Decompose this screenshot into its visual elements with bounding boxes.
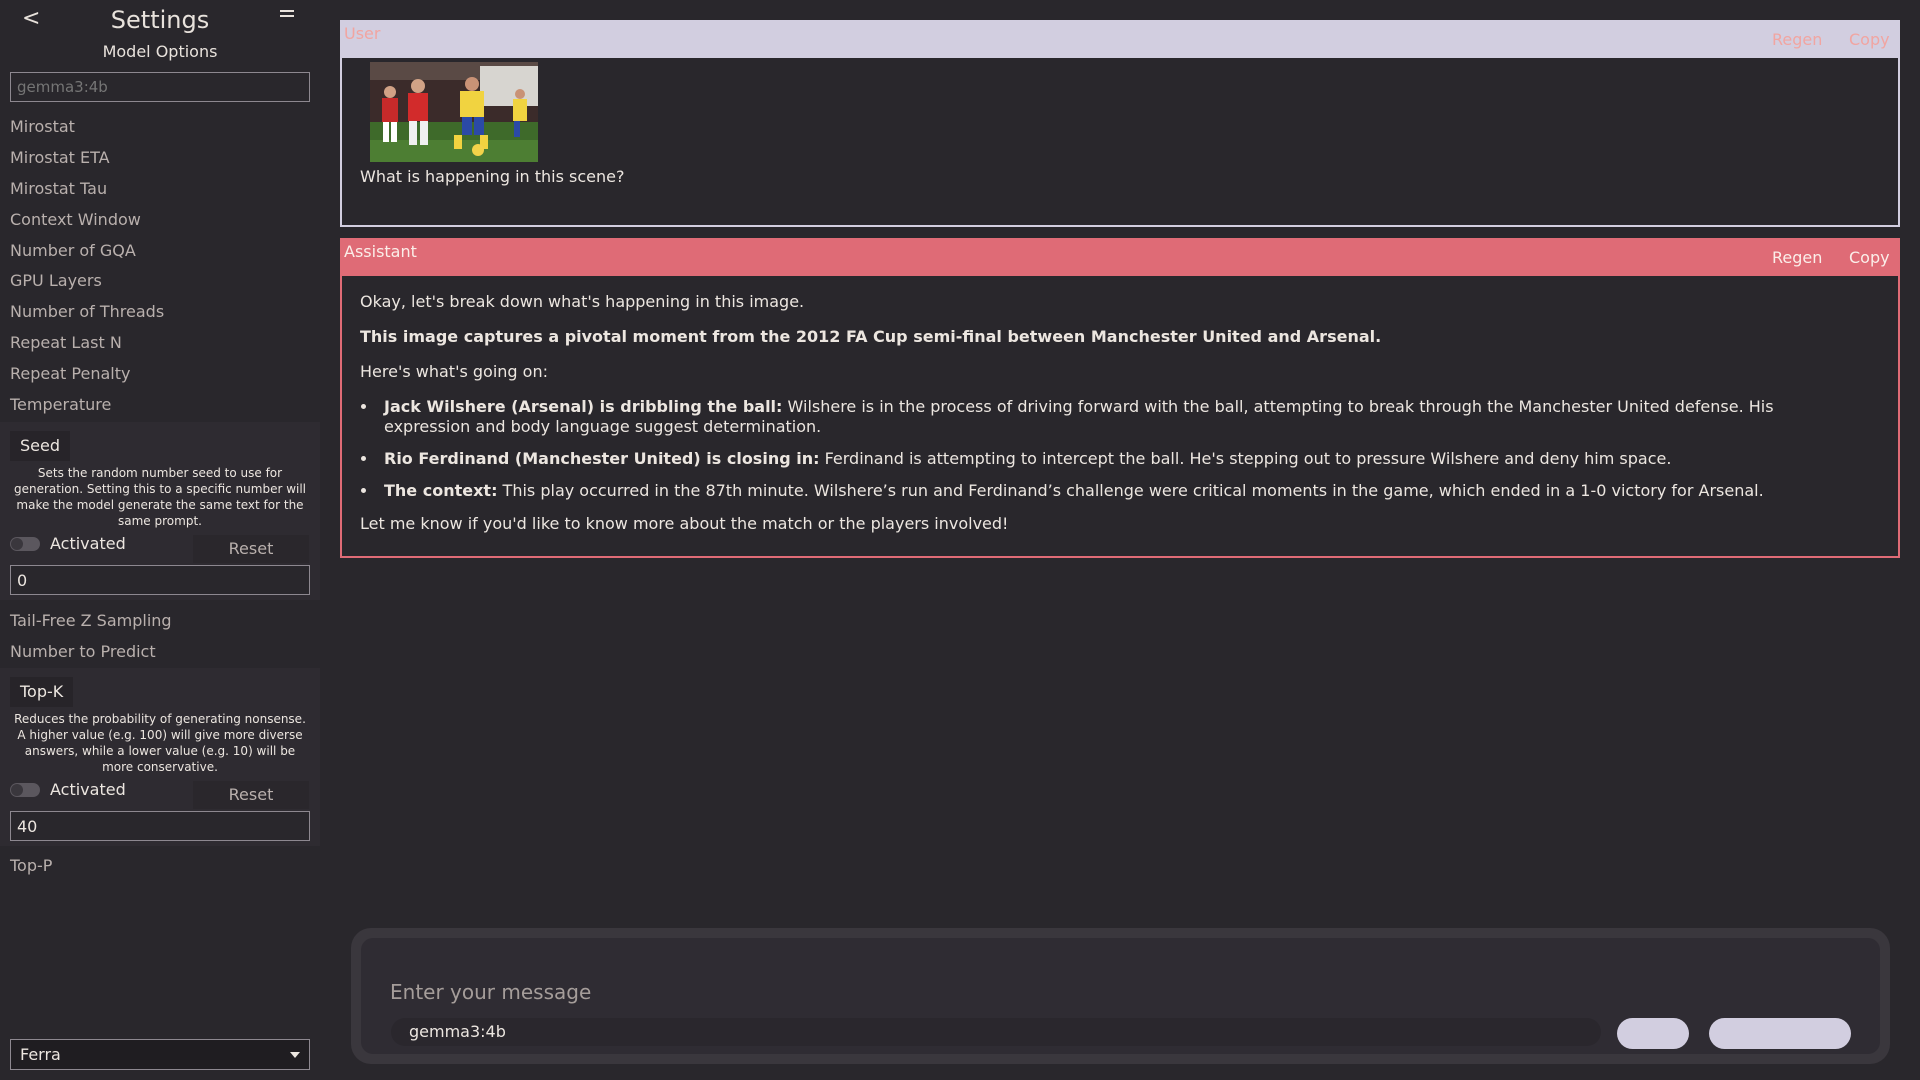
user-message-header: User Regen Copy [342, 22, 1898, 58]
assistant-message: Assistant Regen Copy Okay, let's break d… [340, 238, 1900, 558]
user-message-text: What is happening in this scene? [360, 167, 625, 186]
option-temperature[interactable]: Temperature [10, 395, 111, 414]
message-composer: Enter your message gemma3:4b [351, 928, 1890, 1064]
seed-value-input[interactable] [10, 565, 310, 595]
topk-activated-toggle[interactable] [10, 783, 40, 797]
assistant-message-body: Okay, let's break down what's happening … [360, 292, 1838, 549]
topk-activated-label: Activated [50, 780, 126, 799]
assistant-intro: Okay, let's break down what's happening … [360, 292, 805, 311]
list-item: Rio Ferdinand (Manchester United) is clo… [378, 449, 1838, 469]
theme-select[interactable]: Ferra [10, 1039, 310, 1070]
seed-activated-label: Activated [50, 534, 126, 553]
message-input[interactable]: Enter your message [390, 980, 591, 1004]
option-top-p[interactable]: Top-P [10, 856, 52, 875]
model-selector[interactable]: gemma3:4b [391, 1018, 1601, 1046]
chevron-down-icon [290, 1052, 300, 1058]
option-mirostat-eta[interactable]: Mirostat ETA [10, 148, 110, 167]
assistant-outro: Let me know if you'd like to know more a… [360, 514, 1009, 533]
theme-select-value: Ferra [20, 1045, 61, 1064]
topk-reset-button[interactable]: Reset [193, 781, 309, 809]
stop-button[interactable] [1617, 1018, 1689, 1049]
sidebar-title: Settings [110, 6, 210, 34]
assistant-regen-button[interactable]: Regen [1772, 248, 1822, 267]
topk-value-input[interactable] [10, 811, 310, 841]
topk-description: Reduces the probability of generating no… [14, 712, 306, 774]
option-number-of-gqa[interactable]: Number of GQA [10, 241, 136, 260]
bullet-text: This play occurred in the 87th minute. W… [497, 481, 1764, 500]
attached-photo[interactable] [370, 62, 538, 162]
seed-panel: Seed Sets the random number seed to use … [0, 422, 320, 600]
sidebar-subtitle: Model Options [102, 42, 218, 61]
bullet-bold: The context: [384, 481, 498, 500]
user-message: User Regen Copy What is happening in thi… [340, 20, 1900, 227]
topk-panel: Top-K Reduces the probability of generat… [0, 668, 320, 846]
option-mirostat[interactable]: Mirostat [10, 117, 75, 136]
send-button[interactable] [1709, 1018, 1851, 1049]
menu-icon[interactable] [280, 10, 294, 20]
seed-description: Sets the random number seed to use for g… [13, 466, 307, 528]
user-copy-button[interactable]: Copy [1849, 30, 1890, 49]
topk-option-button[interactable]: Top-K [10, 677, 74, 707]
option-gpu-layers[interactable]: GPU Layers [10, 271, 102, 290]
list-item: The context: This play occurred in the 8… [378, 481, 1838, 501]
bullet-bold: Rio Ferdinand (Manchester United) is clo… [384, 449, 820, 468]
option-repeat-last-n[interactable]: Repeat Last N [10, 333, 122, 352]
option-number-of-threads[interactable]: Number of Threads [10, 302, 164, 321]
user-regen-button[interactable]: Regen [1772, 30, 1822, 49]
option-mirostat-tau[interactable]: Mirostat Tau [10, 179, 107, 198]
assistant-lead: Here's what's going on: [360, 362, 548, 381]
seed-reset-button[interactable]: Reset [193, 535, 309, 563]
seed-option-button[interactable]: Seed [10, 431, 70, 461]
option-context-window[interactable]: Context Window [10, 210, 141, 229]
settings-sidebar: < Settings Model Options Mirostat Mirost… [0, 0, 320, 1080]
assistant-bullet-list: Jack Wilshere (Arsenal) is dribbling the… [378, 397, 1838, 501]
user-role-label: User [344, 24, 381, 43]
model-input[interactable] [10, 72, 310, 102]
bullet-bold: Jack Wilshere (Arsenal) is dribbling the… [384, 397, 783, 416]
option-number-to-predict[interactable]: Number to Predict [10, 642, 156, 661]
composer-inner: Enter your message gemma3:4b [361, 938, 1880, 1054]
bullet-text: Ferdinand is attempting to intercept the… [819, 449, 1672, 468]
assistant-message-header: Assistant Regen Copy [342, 240, 1898, 276]
assistant-role-label: Assistant [344, 242, 417, 261]
seed-activated-toggle[interactable] [10, 537, 40, 551]
list-item: Jack Wilshere (Arsenal) is dribbling the… [378, 397, 1838, 437]
assistant-copy-button[interactable]: Copy [1849, 248, 1890, 267]
option-tail-free-z-sampling[interactable]: Tail-Free Z Sampling [10, 611, 172, 630]
assistant-headline: This image captures a pivotal moment fro… [360, 327, 1382, 346]
option-repeat-penalty[interactable]: Repeat Penalty [10, 364, 130, 383]
